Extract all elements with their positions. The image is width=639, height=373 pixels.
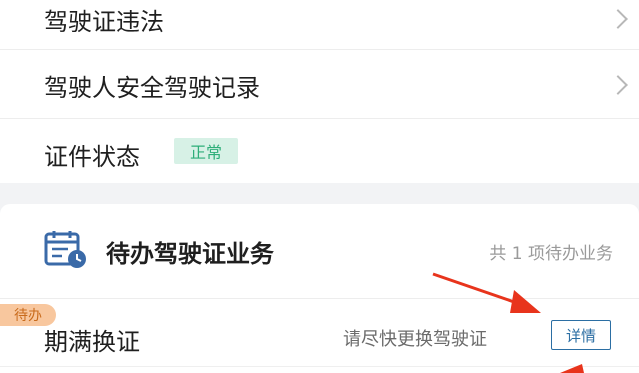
menu-item-safe-driving-record[interactable]: 驾驶人安全驾驶记录 [0, 50, 639, 118]
license-info-card: 驾驶证违法 驾驶人安全驾驶记录 证件状态 正常 [0, 0, 639, 183]
calendar-clock-icon [44, 231, 86, 268]
status-label: 证件状态 [44, 143, 140, 171]
menu-item-label: 驾驶人安全驾驶记录 [44, 74, 260, 102]
details-button[interactable]: 详情 [551, 320, 611, 350]
todo-item-description: 请尽快更换驾驶证 [343, 329, 487, 350]
divider [0, 366, 639, 367]
todo-section-title: 待办驾驶证业务 [106, 240, 274, 268]
todo-count: 共 1 项待办业务 [489, 244, 613, 264]
license-status-row: 证件状态 [0, 119, 639, 183]
status-badge: 正常 [174, 138, 238, 164]
divider [0, 298, 639, 299]
chevron-right-icon [608, 9, 628, 29]
menu-item-violations[interactable]: 驾驶证违法 [0, 0, 639, 48]
todo-item-label: 期满换证 [44, 328, 140, 356]
menu-item-label: 驾驶证违法 [44, 8, 164, 36]
chevron-right-icon [608, 75, 628, 95]
